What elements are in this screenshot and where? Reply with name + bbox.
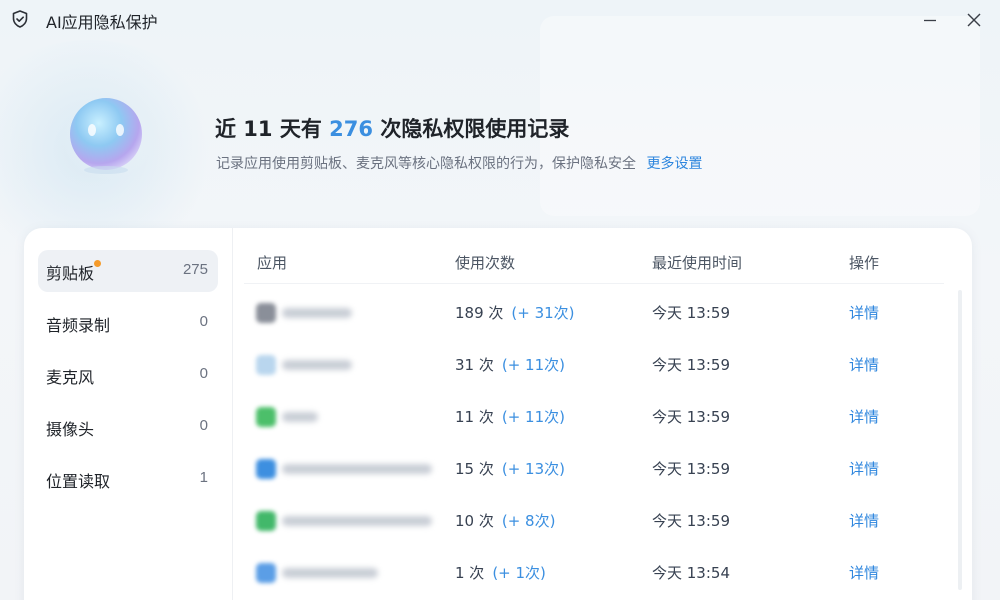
headline-prefix: 近 11 天有 — [215, 117, 330, 141]
column-header-app: 应用 — [257, 254, 288, 272]
app-name-redacted — [282, 308, 352, 318]
sidebar-item-location[interactable]: 位置读取 1 — [38, 458, 218, 500]
title-bar: AI应用隐私保护 — [0, 0, 1000, 40]
app-name-redacted — [282, 516, 432, 526]
usage-delta: (+ 31次) — [511, 304, 575, 322]
app-logo-icon — [256, 303, 276, 323]
sidebar-item-label: 麦克风 — [46, 368, 95, 387]
sidebar-item-count: 0 — [199, 313, 208, 330]
sidebar-item-audio-recording[interactable]: 音频录制 0 — [38, 302, 218, 344]
usage-delta: (+ 13次) — [501, 460, 565, 478]
window-title: AI应用隐私保护 — [46, 13, 158, 32]
last-used-time: 今天 13:59 — [652, 460, 730, 478]
privacy-orb-illustration — [62, 98, 154, 180]
new-activity-dot — [94, 260, 101, 267]
usage-count-cell: 10 次 (+ 8次) — [455, 510, 555, 531]
background-panel — [540, 16, 980, 216]
usage-count: 15 次 — [455, 460, 494, 478]
last-used-time: 今天 13:59 — [652, 356, 730, 374]
last-used-time: 今天 13:54 — [652, 564, 730, 582]
app-logo-icon — [256, 407, 276, 427]
usage-count: 10 次 — [455, 512, 494, 530]
app-name-redacted — [282, 412, 318, 422]
sidebar-item-count: 1 — [199, 469, 208, 486]
description-text: 记录应用使用剪贴板、麦克风等核心隐私权限的行为，保护隐私安全 — [216, 156, 636, 172]
usage-count: 1 次 — [455, 564, 485, 582]
sidebar-divider — [232, 228, 233, 600]
usage-delta: (+ 11次) — [501, 408, 565, 426]
usage-count-cell: 11 次 (+ 11次) — [455, 406, 565, 427]
usage-count: 31 次 — [455, 356, 494, 374]
column-header-action: 操作 — [849, 254, 880, 272]
sidebar-item-label: 音频录制 — [46, 316, 111, 335]
usage-count-cell: 15 次 (+ 13次) — [455, 458, 565, 479]
page-title: 近 11 天有 276 次隐私权限使用记录 — [215, 113, 569, 143]
headline-suffix: 次隐私权限使用记录 — [373, 117, 570, 141]
sidebar-item-count: 0 — [199, 417, 208, 434]
usage-delta: (+ 11次) — [501, 356, 565, 374]
table-row: 15 次 (+ 13次) 今天 13:59 详情 — [244, 443, 944, 495]
usage-count: 189 次 — [455, 304, 504, 322]
usage-delta: (+ 1次) — [492, 564, 546, 582]
table-row: 10 次 (+ 8次) 今天 13:59 详情 — [244, 495, 944, 547]
usage-count-cell: 189 次 (+ 31次) — [455, 302, 575, 323]
app-logo-icon — [256, 459, 276, 479]
sidebar-item-microphone[interactable]: 麦克风 0 — [38, 354, 218, 396]
app-cell — [256, 457, 446, 481]
last-used-time: 今天 13:59 — [652, 512, 730, 530]
table-row: 11 次 (+ 11次) 今天 13:59 详情 — [244, 391, 944, 443]
app-cell — [256, 509, 446, 533]
details-link[interactable]: 详情 — [849, 354, 879, 375]
details-link[interactable]: 详情 — [849, 510, 879, 531]
usage-delta: (+ 8次) — [501, 512, 556, 530]
app-name-redacted — [282, 464, 432, 474]
minimize-icon — [924, 19, 936, 22]
details-link[interactable]: 详情 — [849, 562, 879, 583]
details-link[interactable]: 详情 — [849, 406, 879, 427]
usage-count-cell: 31 次 (+ 11次) — [455, 354, 565, 375]
sidebar-item-label: 位置读取 — [46, 472, 111, 491]
app-name-redacted — [282, 360, 352, 370]
sidebar-item-count: 0 — [199, 365, 208, 382]
table-row: 1 次 (+ 1次) 今天 13:54 详情 — [244, 547, 944, 599]
sidebar-item-label: 剪贴板 — [46, 264, 95, 283]
sidebar-item-camera[interactable]: 摄像头 0 — [38, 406, 218, 448]
table-scrollbar[interactable] — [958, 290, 962, 590]
app-logo-icon — [256, 355, 276, 375]
close-icon — [967, 13, 981, 27]
record-count: 276 — [329, 117, 374, 141]
minimize-button[interactable] — [915, 6, 945, 34]
app-name-redacted — [282, 568, 378, 578]
column-header-last-used: 最近使用时间 — [652, 254, 743, 272]
usage-count: 11 次 — [455, 408, 494, 426]
table-header-divider — [244, 283, 944, 284]
app-cell — [256, 301, 446, 325]
app-cell — [256, 353, 446, 377]
usage-count-cell: 1 次 (+ 1次) — [455, 562, 546, 583]
app-cell — [256, 405, 446, 429]
column-header-usage-count: 使用次数 — [455, 254, 516, 272]
app-cell — [256, 561, 446, 585]
app-logo-icon — [256, 511, 276, 531]
table-row: 189 次 (+ 31次) 今天 13:59 详情 — [244, 287, 944, 339]
permission-sidebar: 剪贴板 275 音频录制 0 麦克风 0 摄像头 0 位置读取 1 — [24, 228, 232, 600]
sidebar-item-count: 275 — [182, 261, 208, 278]
last-used-time: 今天 13:59 — [652, 304, 730, 322]
table-row: 31 次 (+ 11次) 今天 13:59 详情 — [244, 339, 944, 391]
more-settings-link[interactable]: 更多设置 — [646, 156, 702, 172]
close-button[interactable] — [959, 6, 989, 34]
app-logo-icon — [256, 563, 276, 583]
last-used-time: 今天 13:59 — [652, 408, 730, 426]
details-link[interactable]: 详情 — [849, 458, 879, 479]
app-window: AI应用隐私保护 近 11 天有 276 次隐私权限使用记录 记录应用使用剪贴板… — [0, 0, 1000, 600]
sidebar-item-clipboard[interactable]: 剪贴板 275 — [38, 250, 218, 292]
sidebar-item-label: 摄像头 — [46, 420, 95, 439]
page-description: 记录应用使用剪贴板、麦克风等核心隐私权限的行为，保护隐私安全 更多设置 — [216, 153, 702, 173]
shield-icon — [12, 10, 28, 28]
details-link[interactable]: 详情 — [849, 302, 879, 323]
